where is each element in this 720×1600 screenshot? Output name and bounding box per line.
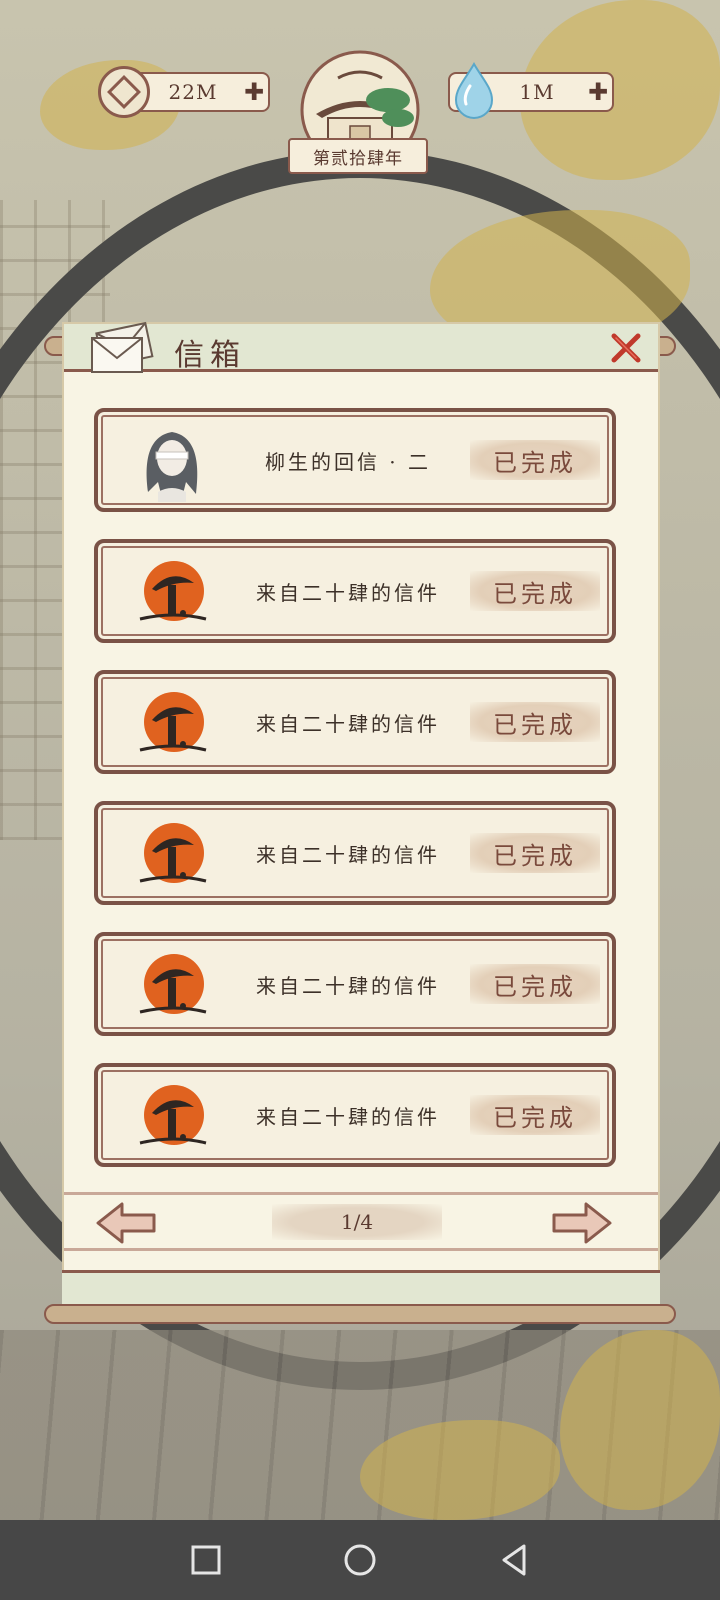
completed-badge: 已完成 <box>470 964 600 1004</box>
add-water-icon[interactable]: ✚ <box>584 78 612 106</box>
recent-apps-icon[interactable] <box>186 1540 226 1580</box>
mail-item[interactable]: 来自二十肆的信件 已完成 <box>94 539 616 643</box>
mail-title: 来自二十肆的信件 <box>256 711 440 736</box>
scroll-rod-bottom <box>44 1304 676 1324</box>
mushroom-seal-icon <box>139 692 207 752</box>
mail-title: 柳生的回信 · 二 <box>264 449 432 474</box>
completed-badge: 已完成 <box>470 571 600 611</box>
home-icon[interactable] <box>340 1540 380 1580</box>
mail-item[interactable]: 来自二十肆的信件 已完成 <box>94 932 616 1036</box>
water-drop-icon <box>454 61 494 119</box>
system-nav-bar <box>0 1520 720 1600</box>
mail-title: 来自二十肆的信件 <box>256 1104 440 1129</box>
divider <box>64 1248 658 1251</box>
mushroom-seal-icon <box>139 823 207 883</box>
portrait-avatar <box>146 432 198 502</box>
completed-badge: 已完成 <box>470 833 600 873</box>
completed-badge: 已完成 <box>470 1095 600 1135</box>
mailbox-panel: 信箱 柳生的回信 · 二 已完成 来自二十肆的信件 已完成 来自二十肆的信件 已… <box>62 321 660 1322</box>
completed-badge: 已完成 <box>470 440 600 480</box>
mushroom-seal-icon <box>139 1085 207 1145</box>
completed-badge: 已完成 <box>470 702 600 742</box>
mail-list: 柳生的回信 · 二 已完成 来自二十肆的信件 已完成 来自二十肆的信件 已完成 … <box>94 408 616 1194</box>
next-page-arrow-icon[interactable] <box>550 1200 614 1246</box>
back-icon[interactable] <box>494 1540 534 1580</box>
mushroom-seal-icon <box>139 561 207 621</box>
mail-item[interactable]: 来自二十肆的信件 已完成 <box>94 670 616 774</box>
close-icon[interactable] <box>608 330 644 366</box>
add-coins-icon[interactable]: ✚ <box>240 78 268 106</box>
mail-item[interactable]: 来自二十肆的信件 已完成 <box>94 1063 616 1167</box>
year-label: 第贰拾肆年 <box>288 138 428 174</box>
mail-item[interactable]: 柳生的回信 · 二 已完成 <box>94 408 616 512</box>
mail-title: 来自二十肆的信件 <box>256 842 440 867</box>
mail-title: 来自二十肆的信件 <box>256 580 440 605</box>
envelope-icon <box>91 321 154 373</box>
divider <box>64 1192 658 1195</box>
mail-title: 来自二十肆的信件 <box>256 973 440 998</box>
copper-coin-icon <box>98 66 150 118</box>
mushroom-seal-icon <box>139 954 207 1014</box>
prev-page-arrow-icon[interactable] <box>94 1200 158 1246</box>
panel-header: 信箱 <box>64 321 658 373</box>
mail-item[interactable]: 来自二十肆的信件 已完成 <box>94 801 616 905</box>
panel-title: 信箱 <box>174 338 246 373</box>
page-indicator: 1/4 <box>272 1204 442 1240</box>
